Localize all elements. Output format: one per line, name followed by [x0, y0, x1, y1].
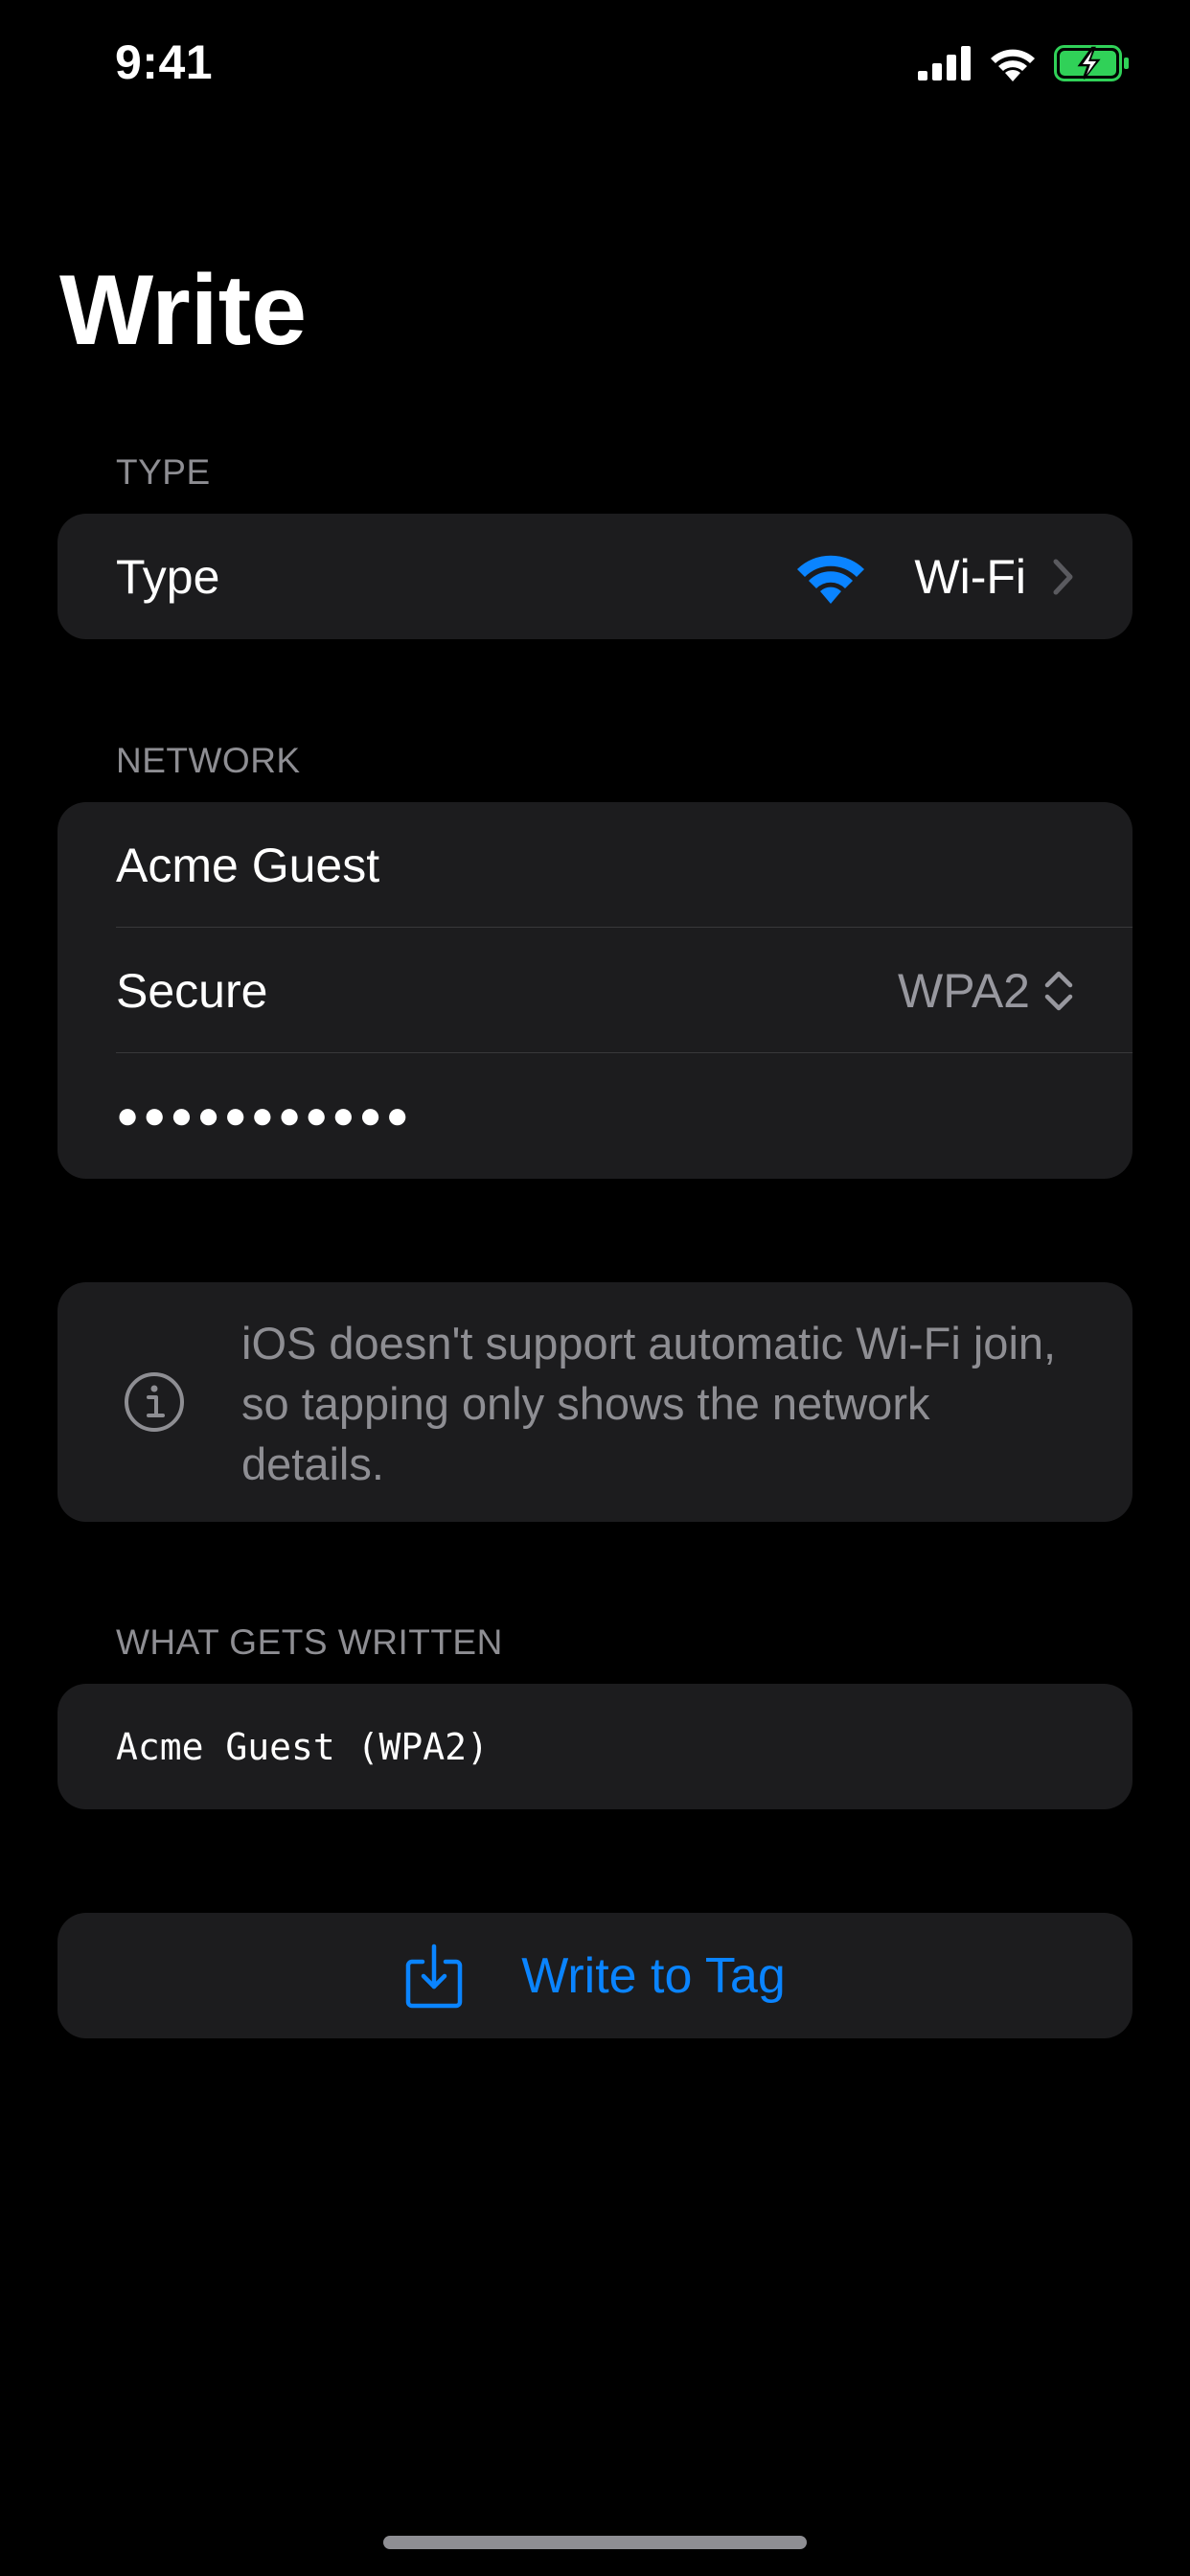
security-value: WPA2 — [898, 963, 1030, 1018]
type-row[interactable]: Type Wi-Fi — [57, 514, 1133, 639]
security-picker[interactable]: Secure WPA2 — [57, 928, 1133, 1053]
wifi-icon — [989, 45, 1037, 86]
network-section-header: NETWORK — [116, 741, 301, 780]
type-row-trailing: Wi-Fi — [795, 549, 1074, 605]
security-trailing: WPA2 — [898, 963, 1074, 1019]
status-time: 9:41 — [115, 35, 214, 89]
battery-charging-icon — [1054, 44, 1131, 86]
type-section-header: TYPE — [116, 452, 211, 492]
chevron-up-down-icon — [1043, 969, 1074, 1013]
type-value: Wi-Fi — [914, 549, 1026, 604]
password-masked: ●●●●●●●●●●● — [116, 1094, 413, 1137]
password-field[interactable]: ●●●●●●●●●●● — [57, 1053, 1133, 1179]
wifi-icon — [795, 550, 866, 604]
cellular-signal-icon — [918, 45, 972, 85]
page-title: Write — [59, 255, 308, 366]
network-group: Acme Guest Secure WPA2 ●●●●●●●●●●● — [57, 802, 1133, 1179]
tray-download-icon — [404, 1943, 464, 2010]
home-indicator[interactable] — [383, 2536, 807, 2549]
ssid-field[interactable]: Acme Guest — [57, 802, 1133, 928]
chevron-right-icon — [1053, 559, 1074, 595]
ssid-value: Acme Guest — [116, 838, 380, 892]
type-row-label: Type — [116, 549, 220, 604]
write-to-tag-label: Write to Tag — [521, 1947, 786, 2004]
status-bar: 9:41 — [0, 0, 1190, 126]
info-card: iOS doesn't support automatic Wi-Fi join… — [57, 1282, 1133, 1522]
write-to-tag-button[interactable]: Write to Tag — [57, 1913, 1133, 2038]
security-label: Secure — [116, 963, 268, 1018]
preview-section-header: WHAT GETS WRITTEN — [116, 1622, 503, 1662]
type-group: Type Wi-Fi — [57, 514, 1133, 639]
info-circle-icon — [123, 1370, 186, 1438]
preview-value: Acme Guest (WPA2) — [116, 1725, 489, 1768]
preview-card: Acme Guest (WPA2) — [57, 1684, 1133, 1809]
status-icons — [918, 42, 1131, 88]
info-text: iOS doesn't support automatic Wi-Fi join… — [241, 1318, 1057, 1489]
